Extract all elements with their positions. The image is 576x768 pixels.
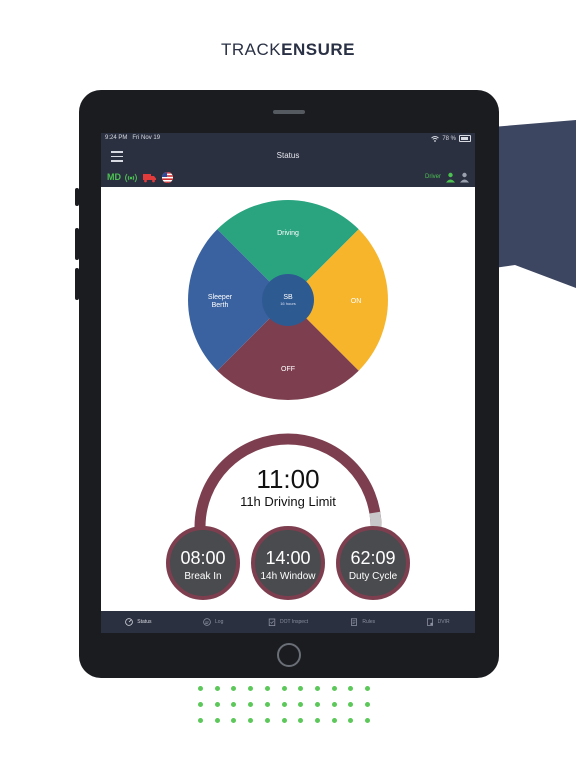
decorative-dot [231, 686, 237, 691]
driver-role-label: Driver [425, 174, 441, 180]
decorative-dot [331, 686, 337, 691]
decorative-dot [214, 702, 220, 707]
decorative-dot [248, 702, 254, 707]
decorative-dot [365, 686, 370, 691]
decorative-dot [214, 686, 220, 691]
codriver-icon[interactable] [459, 172, 470, 183]
sb-center-label: SB [283, 294, 293, 301]
decorative-dot [248, 686, 254, 691]
home-button[interactable] [277, 643, 301, 667]
decorative-dot [314, 686, 320, 691]
decorative-dot [264, 718, 270, 723]
decorative-dot [298, 718, 304, 723]
decorative-dot [314, 718, 320, 723]
tab-log[interactable]: Log [176, 611, 251, 633]
decorative-dot [365, 718, 370, 723]
us-flag-icon[interactable] [162, 172, 173, 183]
tab-status[interactable]: Status [101, 611, 176, 633]
status-content: Driving ON OFF Sleeper Berth SB 16 hours… [101, 187, 475, 611]
off-duty-label: OFF [281, 366, 295, 373]
tab-dvir[interactable]: DVIR [400, 611, 475, 633]
document-icon [351, 618, 358, 626]
page-title: Status [276, 151, 300, 160]
brand-suffix: ENSURE [281, 40, 355, 59]
driving-limit-label: 11h Driving Limit [240, 494, 336, 509]
brand-prefix: TRACK [221, 40, 282, 59]
decorative-dot [348, 702, 354, 707]
decorative-dot [314, 702, 320, 707]
info-bar: MD Driver [101, 169, 475, 187]
battery-icon [459, 135, 471, 142]
decorative-dot [298, 686, 304, 691]
decorative-dot [365, 702, 370, 707]
decorative-dot [198, 718, 203, 723]
connection-signal-icon[interactable] [124, 173, 138, 183]
sb-center-sublabel: 16 hours [280, 301, 296, 306]
decorative-dot [331, 718, 337, 723]
tab-dot-inspect[interactable]: DOT Inspect [251, 611, 326, 633]
decorative-dot [264, 702, 270, 707]
bottom-tab-bar: Status Log DOT Inspect Rules DVIR [101, 611, 475, 633]
break-timer-value: 08:00 [180, 548, 225, 568]
status-time: 9:24 PM Fri Nov 19 [105, 135, 161, 141]
clipboard-icon [268, 618, 276, 626]
duty-status-wheel: Driving ON OFF Sleeper Berth SB 16 hours [188, 200, 388, 400]
decorative-dot [198, 686, 203, 691]
speedometer-icon [125, 618, 134, 626]
decorative-dot [281, 718, 287, 723]
nav-bar: Status [101, 145, 475, 170]
battery-percent: 78 % [442, 135, 456, 142]
break-timer-label: Break In [184, 571, 221, 582]
sleeper-label-line2: Berth [212, 302, 229, 309]
decorative-dot [281, 686, 287, 691]
on-duty-label: ON [351, 298, 362, 305]
window-timer[interactable]: 14:00 14h Window [251, 526, 325, 600]
decorative-dot [298, 702, 304, 707]
brand-logo: TRACKENSURE [0, 40, 576, 60]
sleeper-label-line1: Sleeper [208, 294, 233, 301]
cycle-timer[interactable]: 62:09 Duty Cycle [336, 526, 410, 600]
window-timer-value: 14:00 [265, 548, 310, 568]
decorative-dot [231, 702, 237, 707]
tab-rules[interactable]: Rules [325, 611, 400, 633]
driving-label: Driving [277, 230, 299, 237]
report-icon [426, 618, 433, 626]
driver-active-icon[interactable] [445, 172, 456, 183]
log-icon [203, 618, 211, 626]
driving-limit-arc-remaining [369, 511, 382, 528]
break-timer[interactable]: 08:00 Break In [166, 526, 240, 600]
tablet-speaker [273, 110, 305, 114]
decorative-dot [198, 702, 203, 707]
status-graphic: Driving ON OFF Sleeper Berth SB 16 hours… [166, 200, 410, 600]
decorative-dot [214, 718, 220, 723]
decorative-dot [248, 718, 254, 723]
decorative-dot [348, 718, 354, 723]
app-screen: 9:24 PM Fri Nov 19 78 % Status MD Driver… [101, 133, 475, 633]
decorative-dot [348, 686, 354, 691]
decorative-dot [331, 702, 337, 707]
decorative-dot [264, 686, 270, 691]
wifi-icon [431, 135, 440, 142]
decorative-dot [231, 718, 237, 723]
window-timer-label: 14h Window [260, 571, 316, 582]
jurisdiction-label: MD [107, 172, 121, 182]
cycle-timer-value: 62:09 [350, 548, 395, 568]
driving-limit-value: 11:00 [256, 464, 319, 494]
cycle-timer-label: Duty Cycle [349, 571, 398, 582]
decorative-dot [281, 702, 287, 707]
system-status-bar: 9:24 PM Fri Nov 19 78 % [101, 133, 475, 145]
truck-icon[interactable] [143, 173, 157, 183]
